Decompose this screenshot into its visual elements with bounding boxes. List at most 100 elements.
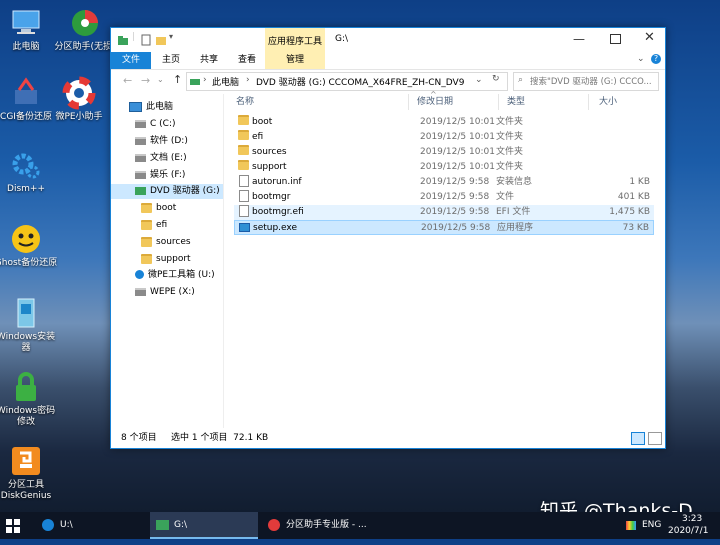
file-type: 文件夹	[496, 132, 524, 142]
folder-icon	[238, 145, 249, 155]
address-dropdown-icon[interactable]: ⌄	[475, 75, 483, 85]
taskbar: U:\ G:\ 分区助手专业版 - ... ENG 3:23 2020/7/1	[0, 512, 720, 539]
drive-icon	[135, 170, 146, 179]
breadcrumb-separator: ›	[203, 75, 207, 85]
nav-item-drive-f[interactable]: 娱乐 (F:)	[135, 168, 223, 183]
qat-new-folder-icon[interactable]	[155, 34, 167, 49]
qat-dropdown-icon[interactable]: ▾	[169, 32, 173, 41]
qat-separator: |	[132, 32, 136, 42]
desktop-icon-label: Windows安装器	[0, 332, 56, 353]
up-button[interactable]: ↑	[173, 73, 182, 86]
ghost-icon	[9, 222, 43, 256]
nav-item-drive-e[interactable]: 文档 (E:)	[135, 151, 223, 166]
taskbar-item-partition-assistant[interactable]: 分区助手专业版 - ...	[262, 512, 370, 539]
nav-item-drive-x[interactable]: WEPE (X:)	[135, 285, 223, 300]
desktop-icon-partition-assistant[interactable]: 分区助手(无损)	[53, 6, 117, 53]
expand-ribbon-icon[interactable]: ⌄	[637, 54, 645, 64]
address-bar[interactable]: › 此电脑 › DVD 驱动器 (G:) CCCOMA_X64FRE_ZH-CN…	[186, 72, 508, 91]
minimize-button[interactable]: —	[573, 32, 585, 46]
close-button[interactable]: ✕	[644, 30, 655, 45]
desktop-icon-wepe-helper[interactable]: 微PE小助手	[47, 76, 111, 123]
desktop-icon-password-tool[interactable]: Windows密码修改	[0, 370, 58, 428]
nav-item-folder-efi[interactable]: efi	[141, 218, 223, 233]
taskbar-item-g-drive[interactable]: G:\	[150, 512, 258, 539]
file-type: 文件	[496, 192, 515, 202]
nav-item-usb-u[interactable]: 微PE工具箱 (U:)	[135, 268, 223, 283]
nav-item-drive-c[interactable]: C (C:)	[135, 117, 223, 132]
dvd-drive-icon	[135, 186, 146, 195]
file-row[interactable]: autorun.inf 2019/12/5 9:58 安装信息 1 KB	[234, 175, 654, 190]
navigation-pane: 此电脑 C (C:) 软件 (D:) 文档 (E:) 娱乐 (F:) DVD 驱…	[111, 94, 224, 428]
taskbar-item-u-drive[interactable]: U:\	[38, 512, 146, 539]
details-view-icon[interactable]	[631, 432, 645, 445]
tab-file[interactable]: 文件	[111, 52, 151, 69]
help-icon[interactable]: ?	[651, 54, 661, 64]
file-size: 1,475 KB	[609, 207, 650, 217]
file-row[interactable]: efi 2019/12/5 10:01 文件夹	[234, 130, 654, 145]
column-header-type[interactable]: 类型	[498, 94, 588, 110]
desktop-icon-label: 分区助手(无损)	[54, 42, 116, 52]
ribbon-tabs: 文件 主页 共享 查看 管理 ⌄ ?	[111, 52, 665, 70]
desktop-icon-diskgenius[interactable]: 分区工具DiskGenius	[0, 444, 58, 502]
nav-item-this-pc[interactable]: 此电脑	[129, 100, 223, 115]
file-row[interactable]: sources 2019/12/5 10:01 文件夹	[234, 145, 654, 160]
large-icons-view-icon[interactable]	[648, 432, 662, 445]
nav-item-dvd-g[interactable]: DVD 驱动器 (G:) C	[111, 184, 223, 199]
breadcrumb-drive[interactable]: DVD 驱动器 (G:) CCCOMA_X64FRE_ZH-CN_DV9	[256, 75, 464, 88]
installer-icon	[9, 296, 43, 330]
column-header-name[interactable]: 名称	[236, 94, 406, 110]
desktop-icon-dism[interactable]: Dism++	[0, 148, 58, 195]
desktop-icon-windows-installer[interactable]: Windows安装器	[0, 296, 58, 354]
input-language[interactable]: ENG	[642, 520, 661, 530]
file-type: 安装信息	[496, 177, 533, 187]
file-modified: 2019/12/5 10:01	[420, 117, 495, 127]
breadcrumb-root[interactable]: 此电脑	[212, 75, 239, 88]
nav-item-folder-support[interactable]: support	[141, 252, 223, 267]
folder-icon	[238, 160, 249, 170]
drive-icon	[190, 76, 200, 89]
file-row[interactable]: support 2019/12/5 10:01 文件夹	[234, 160, 654, 175]
file-size: 73 KB	[622, 223, 649, 233]
folder-icon	[141, 202, 152, 213]
file-row[interactable]: bootmgr.efi 2019/12/5 9:58 EFI 文件 1,475 …	[234, 205, 654, 220]
clock-date[interactable]: 2020/7/1	[668, 526, 708, 536]
file-modified: 2019/12/5 9:58	[420, 192, 490, 202]
nav-item-drive-d[interactable]: 软件 (D:)	[135, 134, 223, 149]
context-tab-header: 应用程序工具	[265, 28, 325, 52]
column-header-size[interactable]: 大小	[588, 94, 658, 110]
explorer-icon	[156, 520, 169, 530]
nav-item-folder-sources[interactable]: sources	[141, 235, 223, 250]
file-list: ^ 名称 修改日期 类型 大小 boot 2019/12/5 10:01 文件夹…	[224, 90, 665, 428]
file-row[interactable]: bootmgr 2019/12/5 9:58 文件 401 KB	[234, 190, 654, 205]
clock-time[interactable]: 3:23	[682, 514, 702, 524]
desktop-icon-this-pc[interactable]: 此电脑	[0, 6, 58, 53]
file-name: boot	[252, 117, 273, 127]
tab-share[interactable]: 共享	[191, 52, 227, 69]
desktop-icon-label: 分区工具DiskGenius	[0, 480, 52, 501]
back-button[interactable]: ←	[123, 74, 132, 87]
nav-item-folder-boot[interactable]: boot	[141, 201, 223, 216]
refresh-icon[interactable]: ↻	[492, 74, 500, 84]
file-modified: 2019/12/5 9:58	[421, 223, 491, 233]
search-box[interactable]: ⌕ 搜索"DVD 驱动器 (G:) CCCO...	[513, 72, 659, 91]
title-bar[interactable]: | ▾ 应用程序工具 G:\ — ✕	[111, 28, 665, 52]
forward-button[interactable]: →	[141, 74, 150, 87]
tray-app-icon[interactable]	[626, 521, 636, 530]
tab-home[interactable]: 主页	[153, 52, 189, 69]
column-header-modified[interactable]: 修改日期	[408, 94, 498, 110]
file-type: 文件夹	[496, 147, 524, 157]
start-button[interactable]	[6, 512, 30, 539]
recent-locations-icon[interactable]: ⌄	[157, 75, 164, 84]
qat-properties-icon[interactable]	[141, 34, 151, 49]
tab-manage[interactable]: 管理	[265, 52, 325, 69]
desktop-icon-ghost[interactable]: Ghost备份还原	[0, 222, 58, 269]
file-row[interactable]: setup.exe 2019/12/5 9:58 应用程序 73 KB	[234, 220, 654, 235]
file-modified: 2019/12/5 9:58	[420, 207, 490, 217]
file-row[interactable]: boot 2019/12/5 10:01 文件夹	[234, 115, 654, 130]
desktop-icon-label: Windows密码修改	[0, 406, 56, 427]
search-placeholder: 搜索"DVD 驱动器 (G:) CCCO...	[530, 77, 652, 87]
tab-view[interactable]: 查看	[229, 52, 265, 69]
maximize-button[interactable]	[610, 34, 621, 44]
folder-icon	[238, 115, 249, 125]
file-name: setup.exe	[253, 223, 297, 233]
